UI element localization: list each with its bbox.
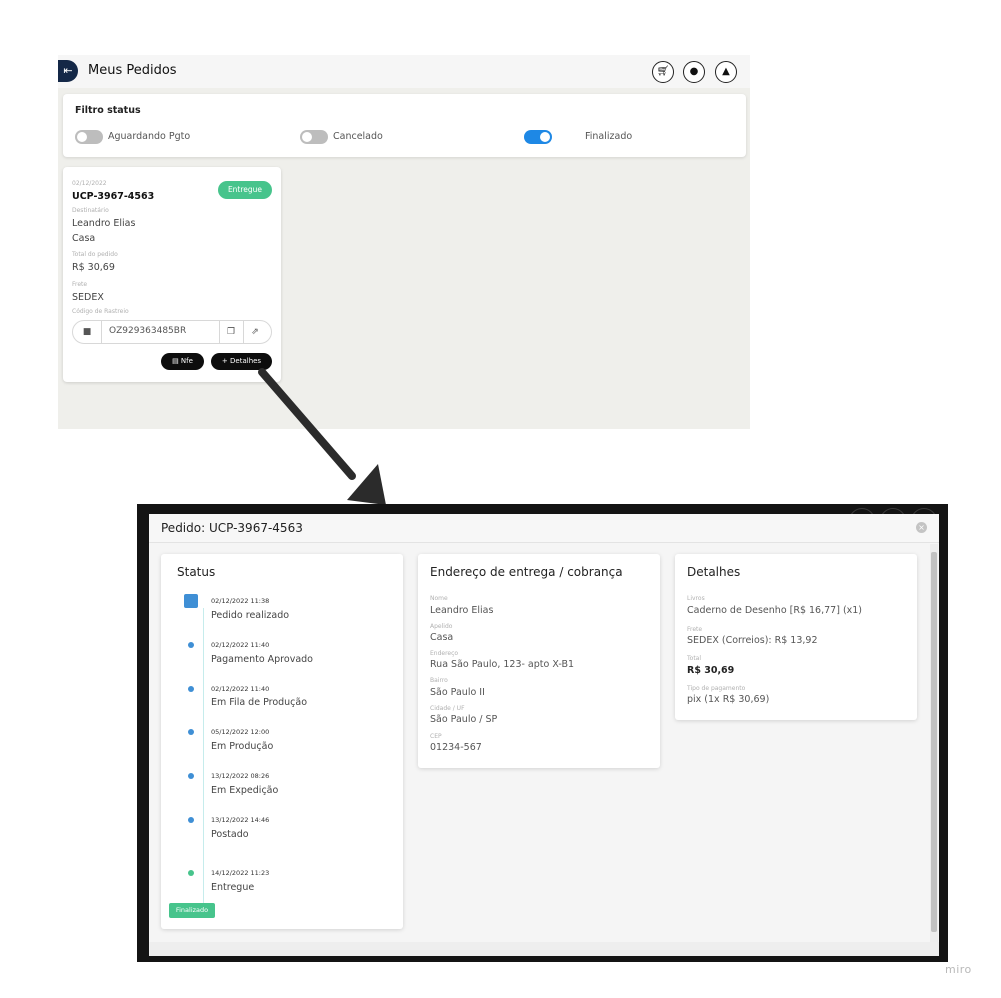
timeline-start-marker bbox=[184, 594, 198, 608]
field-value: Rua São Paulo, 123- apto X-B1 bbox=[430, 659, 575, 670]
timeline-dot bbox=[188, 729, 194, 735]
event-label: Postado bbox=[211, 829, 249, 840]
event-label: Pedido realizado bbox=[211, 610, 290, 621]
field-label: Nome bbox=[430, 595, 448, 602]
close-button[interactable]: × bbox=[916, 522, 927, 533]
field-value: 01234-567 bbox=[430, 742, 482, 753]
timeline-dot bbox=[188, 773, 194, 779]
event-label: Em Fila de Produção bbox=[211, 697, 308, 708]
field-value: R$ 30,69 bbox=[687, 665, 735, 676]
timeline-dot bbox=[188, 817, 194, 823]
details-panel: Detalhes Livros Caderno de Desenho [R$ 1… bbox=[675, 554, 917, 720]
field-label: Cidade / UF bbox=[430, 705, 465, 712]
field-label: Apelido bbox=[430, 623, 453, 630]
panel-title: Status bbox=[177, 565, 216, 579]
event-label: Em Produção bbox=[211, 741, 274, 752]
field-label: Tipo de pagamento bbox=[687, 685, 746, 692]
field-label: Frete bbox=[687, 626, 703, 633]
panel-title: Detalhes bbox=[687, 565, 741, 579]
event-datetime: 02/12/2022 11:38 bbox=[211, 597, 270, 605]
modal-title: Pedido: UCP-3967-4563 bbox=[161, 521, 303, 535]
event-datetime: 14/12/2022 11:23 bbox=[211, 869, 270, 877]
order-modal: Pedido: UCP-3967-4563 × Status 02/12/202… bbox=[149, 514, 939, 956]
event-datetime: 13/12/2022 14:46 bbox=[211, 816, 270, 824]
board: ⇤ Meus Pedidos 🛒︎ ● ▲ Filtro status Agua… bbox=[0, 0, 1001, 998]
event-label: Em Expedição bbox=[211, 785, 279, 796]
field-label: Endereço bbox=[430, 650, 459, 657]
event-label: Entregue bbox=[211, 882, 255, 893]
event-datetime: 02/12/2022 11:40 bbox=[211, 641, 270, 649]
event-datetime: 02/12/2022 11:40 bbox=[211, 685, 270, 693]
address-panel: Endereço de entrega / cobrança Nome Lean… bbox=[418, 554, 660, 768]
status-panel: Status 02/12/2022 11:38 Pedido realizado… bbox=[161, 554, 403, 929]
modal-header: Pedido: UCP-3967-4563 × bbox=[149, 514, 939, 543]
field-value: Leandro Elias bbox=[430, 605, 494, 616]
field-value: Casa bbox=[430, 632, 454, 643]
field-value: Caderno de Desenho [R$ 16,77] (x1) bbox=[687, 605, 863, 616]
event-datetime: 13/12/2022 08:26 bbox=[211, 772, 270, 780]
field-value: São Paulo II bbox=[430, 687, 485, 698]
timeline-dot bbox=[188, 686, 194, 692]
scroll-thumb[interactable] bbox=[931, 552, 937, 932]
event-datetime: 05/12/2022 12:00 bbox=[211, 728, 270, 736]
field-label: Total bbox=[687, 655, 702, 662]
scrollbar[interactable] bbox=[930, 544, 938, 942]
timeline-dot-final bbox=[188, 870, 194, 876]
field-value: pix (1x R$ 30,69) bbox=[687, 694, 770, 705]
field-value: SEDEX (Correios): R$ 13,92 bbox=[687, 635, 818, 646]
panel-title: Endereço de entrega / cobrança bbox=[430, 565, 623, 579]
timeline-dot bbox=[188, 642, 194, 648]
field-label: Bairro bbox=[430, 677, 448, 684]
field-label: Livros bbox=[687, 595, 705, 602]
field-value: São Paulo / SP bbox=[430, 714, 498, 725]
order-details-screen: Pedido: UCP-3967-4563 × Status 02/12/202… bbox=[137, 504, 948, 962]
watermark: miro bbox=[945, 963, 972, 976]
status-badge: Finalizado bbox=[169, 903, 215, 918]
field-label: CEP bbox=[430, 733, 442, 740]
modal-footer bbox=[149, 942, 939, 956]
close-icon: × bbox=[918, 523, 925, 532]
timeline-line bbox=[203, 608, 204, 912]
event-label: Pagamento Aprovado bbox=[211, 654, 313, 665]
